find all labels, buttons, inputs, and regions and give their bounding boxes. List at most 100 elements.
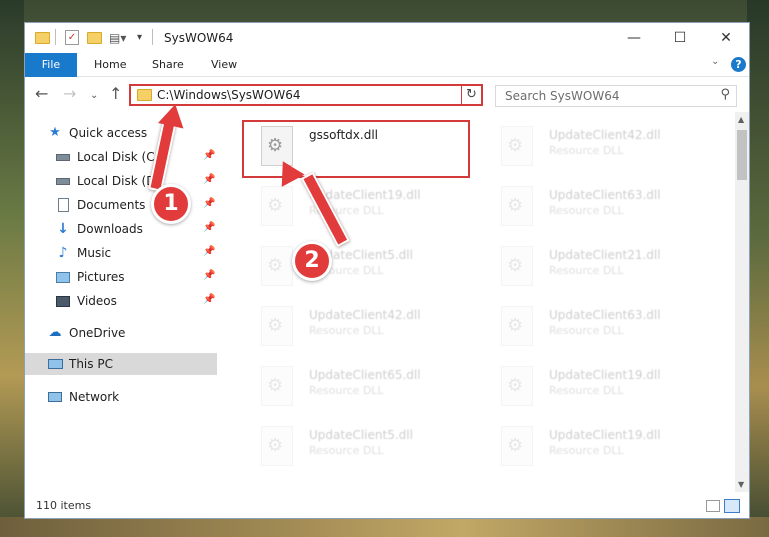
scroll-down-arrow-icon[interactable]: ▼ — [738, 480, 744, 489]
help-icon[interactable]: ? — [731, 57, 746, 72]
dll-file-icon: ⚙ — [501, 126, 533, 166]
desktop-background-left — [0, 0, 24, 537]
pin-icon[interactable]: 📌 — [203, 222, 215, 233]
pin-icon[interactable]: 📌 — [203, 198, 215, 209]
file-item[interactable]: ⚙ UpdateClient19.dll Resource DLL — [483, 360, 709, 416]
recent-locations-chevron-icon[interactable]: ⌄ — [90, 88, 98, 104]
music-icon: ♪ — [58, 245, 68, 261]
sidebar-item-label: Network — [69, 390, 120, 404]
cloud-icon: ☁ — [48, 325, 62, 340]
file-item[interactable]: ⚙ UpdateClient19.dll Resource DLL — [483, 420, 709, 476]
up-arrow-icon[interactable]: ↑ — [109, 86, 122, 102]
vertical-scrollbar[interactable]: ▲ ▼ — [735, 112, 749, 492]
file-type: Resource DLL — [549, 444, 624, 457]
drive-icon — [55, 173, 71, 189]
dll-file-icon: ⚙ — [501, 186, 533, 226]
sidebar-item-label: Quick access — [69, 126, 148, 140]
maximize-button[interactable]: ☐ — [657, 23, 703, 53]
sidebar-item-label: Pictures — [77, 270, 125, 284]
file-item[interactable]: ⚙ UpdateClient63.dll Resource DLL — [483, 300, 709, 356]
sidebar-item-quick-access[interactable]: ★ Quick access — [25, 122, 217, 144]
close-button[interactable]: ✕ — [703, 23, 749, 53]
tab-home[interactable]: Home — [94, 53, 126, 77]
drive-icon — [55, 149, 71, 165]
file-item[interactable]: ⚙ UpdateClient42.dll Resource DLL — [243, 300, 469, 356]
scroll-up-arrow-icon[interactable]: ▲ — [738, 115, 744, 124]
download-icon: ↓ — [57, 221, 69, 237]
back-arrow-icon[interactable]: ← — [35, 86, 48, 102]
address-path[interactable]: C:\Windows\SysWOW64 — [157, 88, 301, 102]
window-title: SysWOW64 — [164, 31, 234, 45]
sidebar-item-music[interactable]: ♪ Music 📌 — [25, 242, 217, 264]
file-item[interactable]: ⚙ UpdateClient42.dll Resource DLL — [483, 120, 709, 176]
sidebar-item-label: Videos — [77, 294, 117, 308]
sidebar-item-downloads[interactable]: ↓ Downloads 📌 — [25, 218, 217, 240]
sidebar-item-label: Music — [77, 246, 112, 260]
dll-file-icon: ⚙ — [261, 426, 293, 466]
file-name: UpdateClient65.dll — [309, 368, 421, 382]
pin-icon[interactable]: 📌 — [203, 246, 215, 257]
address-bar[interactable]: C:\Windows\SysWOW64 ⌄ — [129, 84, 481, 106]
dll-file-icon: ⚙ — [261, 246, 293, 286]
sidebar-item-network[interactable]: Network — [25, 386, 217, 408]
pin-icon[interactable]: 📌 — [203, 294, 215, 305]
details-view-icon[interactable] — [706, 500, 720, 512]
search-input[interactable]: Search SysWOW64 — [505, 89, 619, 103]
sidebar-item-pictures[interactable]: Pictures 📌 — [25, 266, 217, 288]
search-box[interactable]: Search SysWOW64 ⚲ — [495, 85, 737, 107]
file-name: UpdateClient42.dll — [309, 308, 421, 322]
search-icon[interactable]: ⚲ — [720, 87, 730, 102]
tab-file[interactable]: File — [25, 53, 77, 77]
dll-file-icon: ⚙ — [261, 186, 293, 226]
file-type: Resource DLL — [549, 204, 624, 217]
pin-icon[interactable]: 📌 — [203, 174, 215, 185]
sidebar-item-label: Downloads — [77, 222, 143, 236]
file-item[interactable]: ⚙ UpdateClient63.dll Resource DLL — [483, 180, 709, 236]
quick-access-toolbar-dropdown-icon[interactable]: ▾ — [137, 30, 142, 46]
tiles-view-icon[interactable] — [724, 499, 740, 513]
dll-file-icon: ⚙ — [501, 246, 533, 286]
dll-file-icon: ⚙ — [261, 366, 293, 406]
file-type: Resource DLL — [549, 264, 624, 277]
sidebar-item-onedrive[interactable]: ☁ OneDrive — [25, 322, 217, 344]
file-item[interactable]: ⚙ UpdateClient19.dll Resource DLL — [243, 180, 469, 236]
computer-icon — [47, 356, 63, 372]
status-bar: 110 items — [25, 495, 749, 518]
forward-arrow-icon[interactable]: → — [63, 86, 76, 102]
refresh-icon[interactable]: ↻ — [461, 84, 483, 106]
file-item[interactable]: ⚙ UpdateClient21.dll Resource DLL — [483, 240, 709, 296]
tab-view[interactable]: View — [211, 53, 237, 77]
new-folder-icon[interactable] — [87, 32, 102, 44]
file-type: Resource DLL — [549, 144, 624, 157]
gear-icon: ⚙ — [507, 435, 524, 456]
customize-view-icon[interactable]: ▤▾ — [109, 30, 126, 46]
file-item[interactable]: ⚙ UpdateClient5.dll Resource DLL — [243, 240, 469, 296]
sidebar-item-local-disk-c[interactable]: Local Disk (C:) 📌 — [25, 146, 217, 168]
star-icon: ★ — [49, 125, 61, 140]
expand-ribbon-chevron-icon[interactable]: ⌄ — [711, 56, 719, 67]
gear-icon: ⚙ — [507, 315, 524, 336]
folder-icon — [137, 89, 152, 101]
sidebar-item-label: Documents — [77, 198, 146, 212]
file-item[interactable]: ⚙ UpdateClient65.dll Resource DLL — [243, 360, 469, 416]
file-item[interactable]: ⚙ UpdateClient5.dll Resource DLL — [243, 420, 469, 476]
sidebar-item-videos[interactable]: Videos 📌 — [25, 290, 217, 312]
tab-share[interactable]: Share — [152, 53, 184, 77]
minimize-button[interactable]: — — [611, 23, 657, 53]
ribbon-tabs: File Home Share View ⌄ ? — [25, 53, 749, 77]
gear-icon: ⚙ — [267, 375, 284, 396]
pin-icon[interactable]: 📌 — [203, 270, 215, 281]
gear-icon: ⚙ — [267, 195, 284, 216]
pin-icon[interactable]: 📌 — [203, 150, 215, 161]
navigation-pane: ★ Quick access Local Disk (C:) 📌 Local D… — [25, 112, 217, 492]
dll-file-icon: ⚙ — [501, 366, 533, 406]
documents-icon — [55, 197, 71, 213]
sidebar-item-local-disk-d[interactable]: Local Disk (D:) 📌 — [25, 170, 217, 192]
file-name: UpdateClient19.dll — [549, 368, 661, 382]
item-count: 110 items — [36, 499, 92, 512]
dll-file-icon: ⚙ — [261, 306, 293, 346]
desktop-background-right — [747, 0, 769, 537]
scrollbar-thumb[interactable] — [737, 130, 747, 180]
sidebar-item-this-pc[interactable]: This PC — [25, 353, 217, 375]
properties-icon[interactable]: ✓ — [65, 30, 79, 45]
